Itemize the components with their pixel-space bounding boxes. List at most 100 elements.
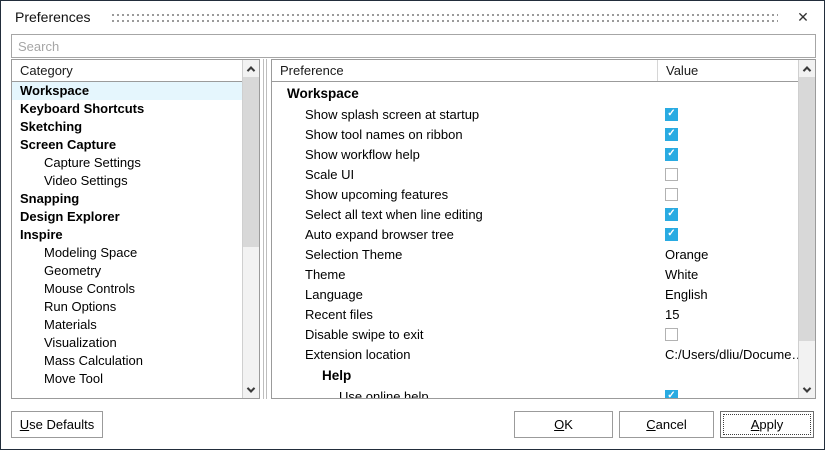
preference-value: ✓ bbox=[657, 390, 798, 399]
preference-value[interactable]: C:/Users/dliu/Docume… bbox=[657, 347, 798, 362]
category-item[interactable]: Capture Settings bbox=[12, 154, 242, 172]
preference-value: ✓ bbox=[657, 148, 798, 161]
category-item[interactable]: Modeling Space bbox=[12, 244, 242, 262]
category-item[interactable]: Snapping bbox=[12, 190, 242, 208]
preference-label: Language bbox=[272, 287, 657, 302]
preference-row: Extension locationC:/Users/dliu/Docume… bbox=[272, 344, 798, 364]
scroll-down-button[interactable] bbox=[799, 381, 815, 398]
preference-section-row: Help bbox=[272, 364, 798, 386]
preference-row: LanguageEnglish bbox=[272, 284, 798, 304]
chevron-up-icon bbox=[247, 66, 255, 74]
category-item[interactable]: Keyboard Shortcuts bbox=[12, 100, 242, 118]
preference-section-row: Workspace bbox=[272, 82, 798, 104]
checkbox-unchecked[interactable] bbox=[665, 168, 678, 181]
category-item[interactable]: Inspire bbox=[12, 226, 242, 244]
chevron-down-icon bbox=[247, 384, 255, 392]
category-item[interactable]: Workspace bbox=[12, 82, 242, 100]
preference-value: ✓ bbox=[657, 228, 798, 241]
category-item[interactable]: Mouse Controls bbox=[12, 280, 242, 298]
preference-label: Show tool names on ribbon bbox=[272, 127, 657, 142]
preference-label: Selection Theme bbox=[272, 247, 657, 262]
preference-rows: WorkspaceShow splash screen at startup✓S… bbox=[272, 82, 798, 398]
title-bar: Preferences ✕ bbox=[1, 1, 824, 33]
category-item[interactable]: Mass Calculation bbox=[12, 352, 242, 370]
use-defaults-button[interactable]: Use Defaults bbox=[11, 411, 103, 438]
preference-row: Scale UI bbox=[272, 164, 798, 184]
checkbox-checked[interactable]: ✓ bbox=[665, 390, 678, 399]
drag-handle[interactable] bbox=[112, 14, 778, 22]
ok-button[interactable]: OK bbox=[514, 411, 613, 438]
panel-splitter[interactable] bbox=[262, 59, 269, 399]
preference-value[interactable]: English bbox=[657, 287, 798, 302]
preference-row: Show upcoming features bbox=[272, 184, 798, 204]
preference-value: ✓ bbox=[657, 208, 798, 221]
category-scrollbar bbox=[242, 60, 259, 398]
category-column-header: Category bbox=[12, 63, 73, 78]
checkbox-checked[interactable]: ✓ bbox=[665, 108, 678, 121]
preference-panel: Preference Value WorkspaceShow splash sc… bbox=[271, 59, 816, 399]
close-icon[interactable]: ✕ bbox=[794, 8, 812, 26]
preference-label: Auto expand browser tree bbox=[272, 227, 657, 242]
preference-row: Use online help ✓ bbox=[272, 386, 798, 398]
category-list: WorkspaceKeyboard ShortcutsSketchingScre… bbox=[12, 82, 242, 388]
scroll-down-button[interactable] bbox=[243, 381, 259, 398]
preference-row: ThemeWhite bbox=[272, 264, 798, 284]
category-header: Category bbox=[12, 60, 242, 82]
cancel-button[interactable]: Cancel bbox=[619, 411, 714, 438]
chevron-up-icon bbox=[803, 66, 811, 74]
checkbox-checked[interactable]: ✓ bbox=[665, 228, 678, 241]
scroll-up-button[interactable] bbox=[243, 60, 259, 77]
category-item[interactable]: Run Options bbox=[12, 298, 242, 316]
preference-label: Use online help bbox=[272, 389, 657, 399]
category-item[interactable]: Materials bbox=[12, 316, 242, 334]
preference-row: Recent files15 bbox=[272, 304, 798, 324]
preference-value bbox=[657, 328, 798, 341]
checkbox-checked[interactable]: ✓ bbox=[665, 208, 678, 221]
preference-value bbox=[657, 188, 798, 201]
chevron-down-icon bbox=[803, 384, 811, 392]
category-item[interactable]: Screen Capture bbox=[12, 136, 242, 154]
preference-value[interactable]: White bbox=[657, 267, 798, 282]
preference-row: Selection ThemeOrange bbox=[272, 244, 798, 264]
preference-label: Extension location bbox=[272, 347, 657, 362]
preference-label: Show workflow help bbox=[272, 147, 657, 162]
category-item[interactable]: Video Settings bbox=[12, 172, 242, 190]
preference-value[interactable]: Orange bbox=[657, 247, 798, 262]
preference-label: Theme bbox=[272, 267, 657, 282]
preference-value: ✓ bbox=[657, 128, 798, 141]
category-item[interactable]: Visualization bbox=[12, 334, 242, 352]
preference-value[interactable]: 15 bbox=[657, 307, 798, 322]
dialog-title: Preferences bbox=[15, 9, 90, 25]
preference-row: Show tool names on ribbon ✓ bbox=[272, 124, 798, 144]
preference-row: Show workflow help ✓ bbox=[272, 144, 798, 164]
preference-column-header: Preference bbox=[272, 63, 657, 78]
preference-value bbox=[657, 168, 798, 181]
search-input[interactable] bbox=[11, 34, 816, 58]
preference-label: Help bbox=[272, 368, 657, 383]
scroll-up-button[interactable] bbox=[799, 60, 815, 77]
preference-row: Disable swipe to exit bbox=[272, 324, 798, 344]
preference-row: Auto expand browser tree ✓ bbox=[272, 224, 798, 244]
apply-button[interactable]: Apply bbox=[720, 411, 814, 438]
value-column-header: Value bbox=[657, 60, 798, 81]
category-item[interactable]: Move Tool bbox=[12, 370, 242, 388]
preference-label: Recent files bbox=[272, 307, 657, 322]
category-item[interactable]: Design Explorer bbox=[12, 208, 242, 226]
scrollbar-thumb[interactable] bbox=[799, 77, 815, 341]
category-item[interactable]: Sketching bbox=[12, 118, 242, 136]
preference-scrollbar bbox=[798, 60, 815, 398]
checkbox-unchecked[interactable] bbox=[665, 328, 678, 341]
preference-header: Preference Value bbox=[272, 60, 798, 82]
preference-label: Scale UI bbox=[272, 167, 657, 182]
checkbox-checked[interactable]: ✓ bbox=[665, 128, 678, 141]
category-item[interactable]: Geometry bbox=[12, 262, 242, 280]
preference-label: Show splash screen at startup bbox=[272, 107, 657, 122]
category-panel: Category WorkspaceKeyboard ShortcutsSket… bbox=[11, 59, 260, 399]
preference-value: ✓ bbox=[657, 108, 798, 121]
preference-row: Show splash screen at startup ✓ bbox=[272, 104, 798, 124]
checkbox-checked[interactable]: ✓ bbox=[665, 148, 678, 161]
preference-label: Select all text when line editing bbox=[272, 207, 657, 222]
scrollbar-thumb[interactable] bbox=[243, 77, 259, 247]
preferences-dialog: Preferences ✕ Category WorkspaceKeyboard… bbox=[0, 0, 825, 450]
checkbox-unchecked[interactable] bbox=[665, 188, 678, 201]
